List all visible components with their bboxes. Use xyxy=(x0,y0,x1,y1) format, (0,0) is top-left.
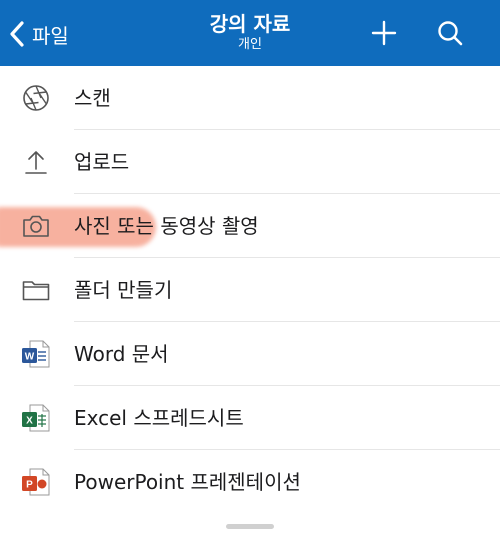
powerpoint-icon: P xyxy=(22,468,50,496)
word-icon: W xyxy=(22,340,50,368)
app-header: 파일 강의 자료 개인 xyxy=(0,0,500,66)
search-button[interactable] xyxy=(434,17,466,49)
menu-item-word[interactable]: W Word 문서 xyxy=(0,322,500,386)
camera-aperture-icon xyxy=(23,85,49,111)
menu-item-label: Excel 스프레드시트 xyxy=(74,406,244,430)
camera-icon xyxy=(23,215,49,237)
menu-item-excel[interactable]: X Excel 스프레드시트 xyxy=(0,386,500,450)
menu-item-label: 사진 또는 동영상 촬영 xyxy=(74,214,259,238)
excel-icon: X xyxy=(22,404,50,432)
add-button[interactable] xyxy=(368,17,400,49)
menu-item-scan[interactable]: 스캔 xyxy=(0,66,500,130)
svg-text:W: W xyxy=(25,352,35,363)
menu-item-create-folder[interactable]: 폴더 만들기 xyxy=(0,258,500,322)
plus-icon xyxy=(371,20,397,46)
menu-item-label: 업로드 xyxy=(74,150,130,174)
menu-item-take-photo[interactable]: 사진 또는 동영상 촬영 xyxy=(0,194,500,258)
svg-text:P: P xyxy=(26,480,33,491)
page-title: 강의 자료 xyxy=(209,12,291,36)
menu-item-label: PowerPoint 프레젠테이션 xyxy=(74,470,301,494)
back-button[interactable]: 파일 xyxy=(8,17,69,51)
svg-text:X: X xyxy=(26,416,33,427)
menu-item-label: Word 문서 xyxy=(74,342,169,366)
home-indicator[interactable] xyxy=(226,524,274,529)
menu-item-upload[interactable]: 업로드 xyxy=(0,130,500,194)
chevron-left-icon xyxy=(10,21,24,47)
back-label: 파일 xyxy=(32,23,69,48)
menu-item-label: 폴더 만들기 xyxy=(74,278,173,302)
page-subtitle: 개인 xyxy=(238,37,262,52)
new-item-sheet: 스캔 업로드 사진 또는 동영상 촬영 폴더 만들기 W Word 문서 X E… xyxy=(0,66,500,543)
menu-item-powerpoint[interactable]: P PowerPoint 프레젠테이션 xyxy=(0,450,500,514)
upload-arrow-icon xyxy=(25,151,47,174)
search-icon xyxy=(438,21,463,46)
title-block: 강의 자료 개인 xyxy=(150,12,350,53)
folder-icon xyxy=(22,281,50,301)
menu-item-label: 스캔 xyxy=(74,86,111,110)
